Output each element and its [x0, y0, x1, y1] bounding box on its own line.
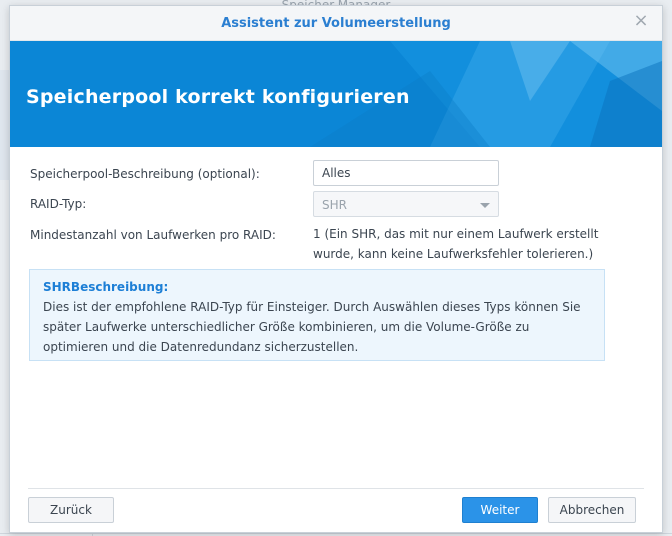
raid-type-label: RAID-Typ:	[30, 197, 87, 211]
back-button[interactable]: Zurück	[28, 497, 114, 523]
info-text: Dies ist der empfohlene RAID-Typ für Ein…	[43, 300, 581, 354]
cancel-button[interactable]: Abbrechen	[548, 497, 636, 523]
description-label: Speicherpool-Beschreibung (optional):	[30, 167, 260, 181]
banner-heading: Speicherpool korrekt konfigurieren	[26, 86, 410, 108]
background-divider-bottom	[0, 533, 672, 534]
raid-type-value: SHR	[322, 198, 347, 212]
dialog-title: Assistent zur Volumeerstellung	[221, 16, 451, 31]
shr-info-box: SHRBeschreibung: Dies ist der empfohlene…	[29, 269, 605, 361]
close-icon[interactable]: ×	[632, 12, 650, 30]
chevron-down-icon	[480, 203, 490, 208]
min-drives-value: 1 (Ein SHR, das mit nur einem Laufwerk e…	[313, 227, 599, 261]
description-input[interactable]	[313, 160, 499, 186]
footer-divider	[28, 488, 644, 489]
volume-creation-wizard-dialog: Assistent zur Volumeerstellung × Speiche…	[9, 5, 663, 533]
info-title: SHRBeschreibung:	[43, 280, 169, 294]
wizard-banner: Speicherpool korrekt konfigurieren	[10, 41, 662, 147]
min-drives-label: Mindestanzahl von Laufwerken pro RAID:	[30, 228, 276, 242]
next-button[interactable]: Weiter	[462, 497, 538, 523]
dialog-titlebar[interactable]: Assistent zur Volumeerstellung ×	[10, 6, 662, 41]
raid-type-select[interactable]: SHR	[313, 191, 499, 217]
